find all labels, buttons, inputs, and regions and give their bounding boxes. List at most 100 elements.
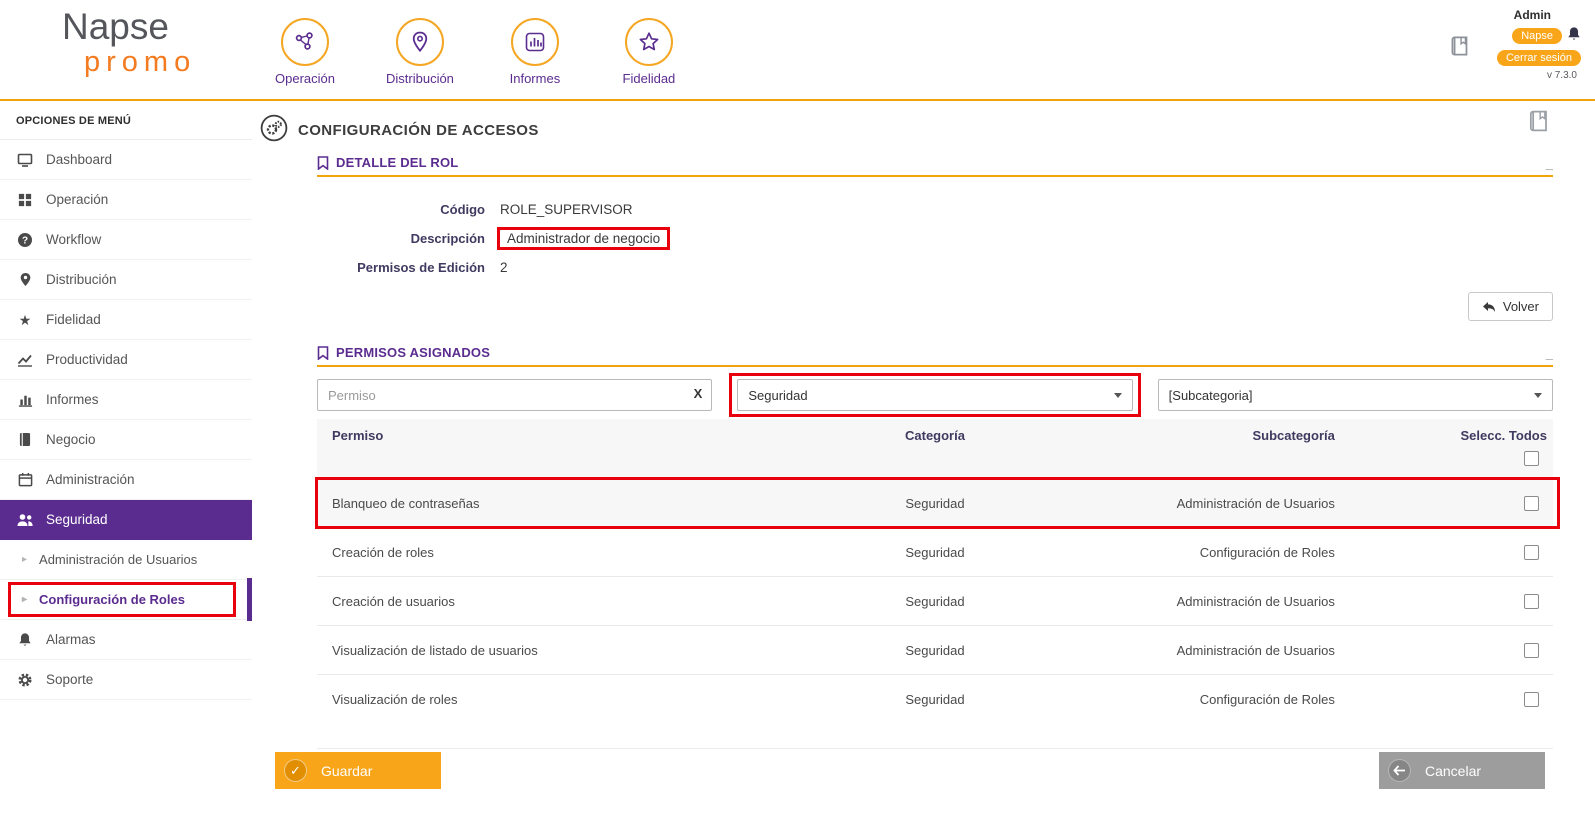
cell-subcategoria: Administración de Usuarios bbox=[1176, 593, 1335, 609]
loyalty-star-icon bbox=[624, 18, 673, 66]
calendar-icon bbox=[16, 472, 34, 487]
nav-label: Distribución bbox=[386, 71, 454, 86]
notifications-bell-icon[interactable] bbox=[1567, 26, 1581, 46]
sidebar-item-negocio[interactable]: Negocio bbox=[0, 420, 252, 460]
documentation-book-icon[interactable] bbox=[1447, 33, 1473, 64]
bell-icon bbox=[16, 632, 34, 647]
sidebar-item-alarmas[interactable]: Alarmas bbox=[0, 620, 252, 660]
cell-subcategoria: Configuración de Roles bbox=[1199, 691, 1335, 707]
sidebar-title: OPCIONES DE MENÚ bbox=[0, 103, 252, 140]
grid-icon bbox=[16, 193, 34, 207]
field-label: Código bbox=[440, 202, 485, 217]
bookmark-icon bbox=[317, 155, 329, 170]
distribution-pin-icon bbox=[395, 18, 444, 66]
tenant-badge: Napse bbox=[1512, 28, 1562, 44]
cell-subcategoria: Administración de Usuarios bbox=[1176, 495, 1335, 511]
table-row-creacion-de-roles[interactable]: Creación de roles Seguridad Configuració… bbox=[317, 527, 1553, 576]
reports-barchart-icon bbox=[510, 18, 559, 66]
col-categoria: Categoría bbox=[905, 428, 965, 443]
gear-icon bbox=[16, 672, 34, 688]
logout-button[interactable]: Cerrar sesión bbox=[1496, 50, 1581, 66]
cell-permiso: Visualización de roles bbox=[332, 691, 458, 707]
permission-filters: X Seguridad [Subcategoria] bbox=[317, 373, 1553, 417]
collapse-button[interactable]: _ bbox=[1546, 157, 1553, 170]
sidebar-item-configuracion-de-roles[interactable]: ▸ Configuración de Roles bbox=[0, 578, 252, 621]
user-name: Admin bbox=[1513, 8, 1551, 22]
sidebar-menu: Dashboard Operación ? Workflow Distribuc… bbox=[0, 140, 252, 700]
nav-distribucion[interactable]: Distribución bbox=[386, 18, 454, 86]
table-row-creacion-de-usuarios[interactable]: Creación de usuarios Seguridad Administr… bbox=[317, 576, 1553, 625]
bar-chart-icon bbox=[16, 392, 34, 407]
categoria-select[interactable]: Seguridad bbox=[737, 379, 1133, 411]
volver-button[interactable]: Volver bbox=[1467, 292, 1553, 321]
permiso-search-input[interactable] bbox=[317, 379, 713, 411]
cancelar-button[interactable]: Cancelar bbox=[1379, 752, 1545, 789]
row-checkbox[interactable] bbox=[1523, 594, 1539, 610]
chevron-right-icon: ▸ bbox=[22, 554, 28, 565]
logo-promo-text: promo bbox=[84, 46, 197, 78]
sidebar-item-administracion[interactable]: Administración bbox=[0, 460, 252, 500]
collapse-button[interactable]: _ bbox=[1546, 347, 1553, 360]
table-header: Permiso Categoría Subcategoría Selecc. T… bbox=[317, 419, 1553, 478]
sidebar-item-productividad[interactable]: Productividad bbox=[0, 340, 252, 380]
back-arrow-icon bbox=[1482, 301, 1495, 312]
sidebar-item-administracion-de-usuarios[interactable]: ▸ Administración de Usuarios bbox=[0, 540, 252, 580]
col-selecc-todos: Selecc. Todos bbox=[1460, 428, 1547, 443]
cell-categoria: Seguridad bbox=[905, 691, 965, 707]
cell-permiso: Blanqueo de contraseñas bbox=[332, 495, 480, 511]
book-icon bbox=[16, 432, 34, 447]
permisos-edicion-value: 2 bbox=[500, 260, 508, 275]
subcategoria-select[interactable]: [Subcategoria] bbox=[1157, 379, 1553, 411]
sidebar-item-operacion[interactable]: Operación bbox=[0, 180, 252, 220]
sidebar-item-seguridad[interactable]: Seguridad bbox=[0, 500, 252, 540]
nav-fidelidad[interactable]: Fidelidad bbox=[616, 18, 682, 86]
table-row-visualizacion-de-roles[interactable]: Visualización de roles Seguridad Configu… bbox=[317, 674, 1553, 723]
row-checkbox[interactable] bbox=[1523, 643, 1539, 659]
table-row-visualizacion-listado-usuarios[interactable]: Visualización de listado de usuarios Seg… bbox=[317, 625, 1553, 674]
row-checkbox[interactable] bbox=[1523, 496, 1539, 512]
row-checkbox[interactable] bbox=[1523, 545, 1539, 561]
nav-label: Informes bbox=[509, 71, 561, 86]
sidebar-item-dashboard[interactable]: Dashboard bbox=[0, 140, 252, 180]
field-label: Descripción bbox=[410, 231, 485, 246]
subcategoria-filter: [Subcategoria] bbox=[1157, 379, 1553, 411]
documentation-book-icon[interactable] bbox=[1525, 107, 1553, 140]
nav-label: Operación bbox=[275, 71, 335, 86]
check-circle-icon: ✓ bbox=[284, 759, 307, 782]
nav-operacion[interactable]: Operación bbox=[272, 18, 338, 86]
col-subcategoria: Subcategoría bbox=[1252, 428, 1335, 443]
sidebar-item-fidelidad[interactable]: ★ Fidelidad bbox=[0, 300, 252, 340]
nav-informes[interactable]: Informes bbox=[502, 18, 568, 86]
row-checkbox[interactable] bbox=[1523, 692, 1539, 708]
codigo-value: ROLE_SUPERVISOR bbox=[500, 202, 633, 217]
top-header: Napse promo Operación Distribución Infor… bbox=[0, 0, 1595, 101]
page-title: CONFIGURACIÓN DE ACCESOS bbox=[298, 122, 539, 139]
sidebar-item-soporte[interactable]: Soporte bbox=[0, 660, 252, 700]
bookmark-icon bbox=[317, 345, 329, 360]
cell-permiso: Creación de roles bbox=[332, 544, 434, 560]
guardar-button[interactable]: ✓ Guardar bbox=[275, 752, 441, 789]
main-content: CONFIGURACIÓN DE ACCESOS DETALLE DEL ROL… bbox=[252, 103, 1595, 830]
select-all-checkbox[interactable] bbox=[1523, 451, 1539, 467]
sidebar-item-distribucion[interactable]: Distribución bbox=[0, 260, 252, 300]
categoria-filter: Seguridad bbox=[729, 373, 1141, 417]
permissions-card: PERMISOS ASIGNADOS _ X Seguridad [Subcat… bbox=[315, 345, 1560, 749]
permiso-filter: X bbox=[317, 379, 713, 411]
section-title: DETALLE DEL ROL bbox=[317, 155, 458, 170]
chevron-down-icon bbox=[1113, 392, 1122, 398]
star-icon: ★ bbox=[18, 311, 32, 328]
permissions-header: PERMISOS ASIGNADOS _ bbox=[317, 345, 1553, 367]
sidebar-item-informes[interactable]: Informes bbox=[0, 380, 252, 420]
cell-categoria: Seguridad bbox=[905, 495, 965, 511]
role-detail-header: DETALLE DEL ROL _ bbox=[317, 155, 1553, 177]
access-config-gears-icon bbox=[260, 114, 288, 147]
sidebar: OPCIONES DE MENÚ Dashboard Operación ? W… bbox=[0, 103, 252, 830]
app-logo[interactable]: Napse promo bbox=[62, 8, 196, 77]
line-chart-icon bbox=[16, 353, 34, 367]
table-row-blanqueo-de-contrasenas[interactable]: Blanqueo de contraseñas Seguridad Admini… bbox=[315, 477, 1560, 529]
sidebar-item-workflow[interactable]: ? Workflow bbox=[0, 220, 252, 260]
chevron-right-icon: ▸ bbox=[22, 594, 28, 605]
cell-subcategoria: Administración de Usuarios bbox=[1176, 642, 1335, 658]
clear-filter-button[interactable]: X bbox=[694, 387, 703, 400]
top-nav: Operación Distribución Informes Fidelida… bbox=[272, 18, 682, 86]
